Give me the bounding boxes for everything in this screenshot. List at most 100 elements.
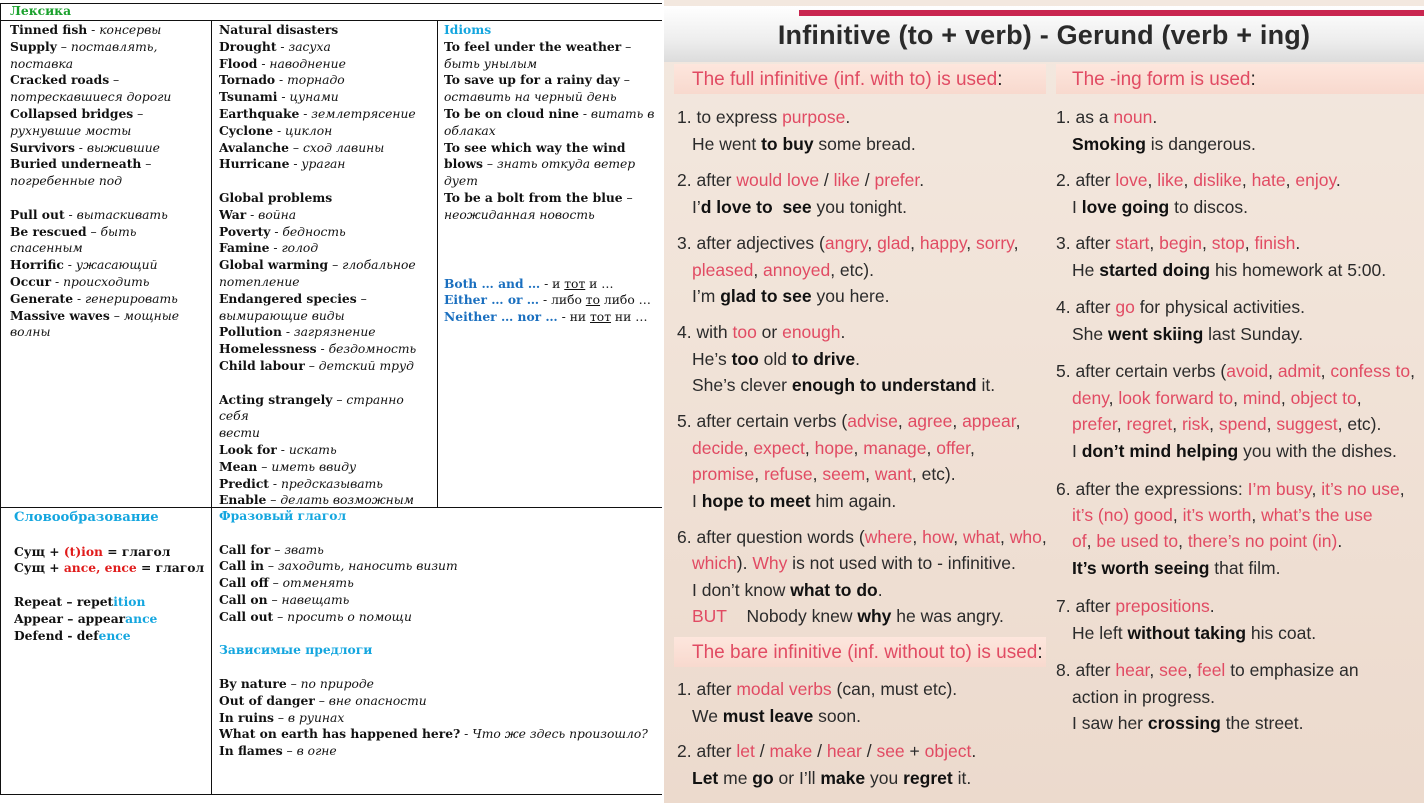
separator: – — [141, 157, 152, 172]
translation: просить о помощи — [287, 609, 412, 624]
right-header: The -ing form is used: — [1072, 69, 1256, 90]
term: Acting strangely — [219, 391, 333, 407]
separator: - — [73, 291, 86, 306]
bare-header: The bare infinitive (inf. without to) is… — [692, 642, 1043, 663]
vocab-row: Cracked roads – — [10, 72, 208, 89]
example-suffix: ence — [98, 627, 131, 643]
table-border-left — [0, 3, 1, 795]
translation: в руинах — [287, 710, 345, 725]
term: Survivors — [10, 139, 75, 155]
term: Tornado — [219, 72, 276, 88]
conjunctions-list: Both … and … - и тот и … Either … or … - … — [444, 276, 658, 326]
preposition-row: What on earth has happened here? - Что ж… — [219, 726, 659, 743]
separator: – — [268, 576, 283, 591]
right-example-2: I love going to discos. — [1072, 197, 1249, 217]
translation: Что же здесь произошло? — [472, 727, 648, 742]
right-example-5: I don’t mind helping you with the dishes… — [1072, 441, 1397, 461]
phrasal-header: Фразовый глагол — [219, 508, 347, 523]
term: To feel under the weather — [444, 38, 622, 54]
vocab-table: Лексика Tinned fish - консервы Supply – п… — [0, 0, 662, 797]
translation: цунами — [289, 90, 339, 105]
vocab-row: Acting strangely – странно себя — [219, 392, 435, 426]
column-divider-2 — [437, 20, 438, 508]
translation: поставлять, — [70, 39, 158, 54]
translation: бездомность — [328, 342, 417, 357]
idiom-row: blows – знать откуда ветер — [444, 156, 658, 173]
separator: - — [460, 727, 473, 742]
conjunction: Both … and … — [444, 275, 541, 291]
term: Flood — [219, 55, 258, 71]
conjunction-meaning: - либо — [539, 293, 586, 308]
vocab-row: Buried underneath – — [10, 156, 208, 173]
separator: - — [269, 241, 282, 256]
term: Occur — [10, 273, 52, 289]
vocab-row: Drought - засуха — [219, 39, 435, 56]
separator: - — [64, 207, 77, 222]
translation: торнадо — [287, 73, 345, 88]
left-rule-3: 3. after adjectives (angry, glad, happy,… — [677, 233, 1019, 253]
title-accent-rule — [799, 10, 1424, 16]
translation: циклон — [285, 123, 333, 138]
conjunction-meaning-end: либо … — [600, 293, 651, 308]
vocab-row: Global warming – глобальное — [219, 257, 435, 274]
vocab-row: Earthquake - землетрясение — [219, 106, 435, 123]
translation: по природе — [300, 676, 374, 691]
term: Avalanche — [219, 139, 289, 155]
example-base: Repeat – repet — [14, 593, 114, 609]
right-rule-8b: action in progress. — [1072, 687, 1215, 707]
phrasal-list: Call for – звать Call in – заходить, нано… — [219, 542, 659, 626]
phrasal-row: Call for – звать — [219, 542, 659, 559]
term: Poverty — [219, 223, 271, 239]
left-rule-2: 2. after would love / like / prefer. — [677, 170, 925, 190]
rule-suffix: ance, ence — [63, 560, 137, 576]
vocab-row: рухнувшие мосты — [10, 123, 208, 140]
idioms-header: Idioms — [444, 22, 492, 37]
term: Hurricane — [219, 156, 290, 172]
separator: - — [257, 56, 270, 71]
left-rule-4: 4. with too or enough. — [677, 322, 846, 342]
separator: – — [289, 140, 303, 155]
rule-part: Сущ + — [14, 543, 64, 559]
translation: потрескавшиеся дороги — [10, 90, 172, 105]
bare-rule-1: 1. after modal verbs (can, must etc). — [677, 679, 958, 699]
preposition-row: In ruins – в руинах — [219, 710, 659, 727]
vocab-row: Flood - наводнение — [219, 56, 435, 73]
left-rule-5: 5. after certain verbs (advise, agree, a… — [677, 411, 1021, 431]
left-example-4b: She’s clever enough to understand it. — [692, 375, 996, 395]
idiom-row: неожиданная новость — [444, 207, 658, 224]
translation: отменять — [282, 576, 354, 591]
example-suffix: ition — [113, 593, 146, 609]
separator: - — [289, 157, 302, 172]
grammar-sheet: Infinitive (to + verb) - Gerund (verb + … — [664, 0, 1424, 803]
left-example-4a: He’s too old to drive. — [692, 349, 860, 369]
idioms-list: To feel under the weather – быть унылым To… — [444, 39, 658, 224]
translation: мощные — [123, 308, 180, 323]
separator: – — [286, 676, 301, 691]
vocab-row: Homelessness - бездомность — [219, 341, 435, 358]
right-rule-5b: deny, look forward to, mind, object to, — [1072, 388, 1362, 408]
separator: – — [273, 710, 288, 725]
translation: погребенные под — [10, 174, 122, 189]
vocab-row: погребенные под — [10, 173, 208, 190]
separator: - — [269, 476, 281, 491]
example-base: Appear – appear — [14, 610, 126, 626]
vocab-row: Enable – делать возможным — [219, 492, 435, 506]
translation: ужасающий — [75, 258, 158, 273]
vocab-row: волны — [10, 324, 208, 341]
separator: – — [622, 190, 633, 205]
separator: – — [267, 592, 282, 607]
translation: в огне — [296, 744, 337, 759]
separator: – — [621, 39, 632, 54]
vocab-row: Hurricane - ураган — [219, 156, 435, 173]
translation: генерировать — [85, 291, 178, 306]
vocab-row: Mean – иметь ввиду — [219, 459, 435, 476]
term: Call off — [219, 575, 269, 591]
translation: заходить, наносить визит — [277, 559, 458, 574]
translation: делать возможным — [280, 493, 414, 506]
term: War — [219, 206, 247, 222]
right-rule-5: 5. after certain verbs (avoid, admit, co… — [1056, 361, 1415, 381]
vocab-header-cell: Лексика — [10, 3, 650, 21]
conjunction-meaning-end: и … — [585, 276, 614, 291]
phrasal-cell: Фразовый глагол Call for – звать Call in … — [219, 508, 659, 792]
idiom-row: To feel under the weather – — [444, 39, 658, 56]
